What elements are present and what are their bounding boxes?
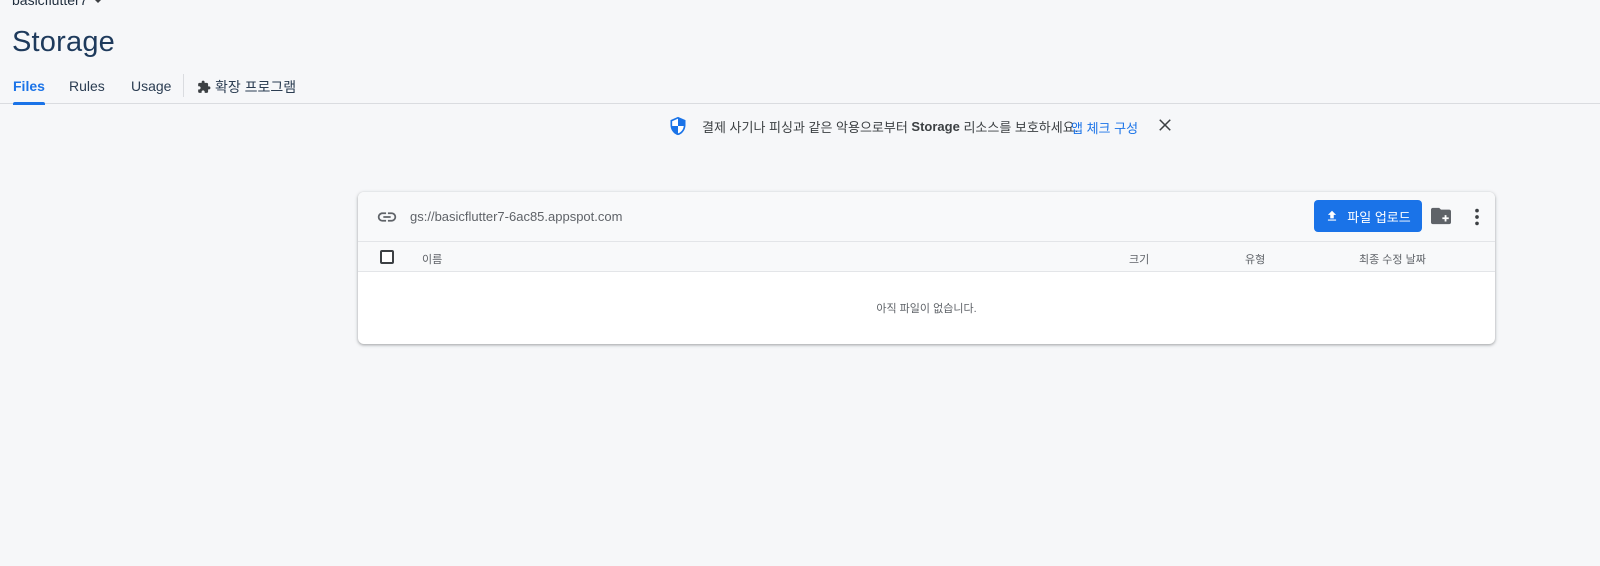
tab-label: Rules [69,78,105,94]
banner-text-after: 리소스를 보호하세요. [959,119,1079,135]
extensions-icon [198,80,211,93]
empty-state-message: 아직 파일이 없습니다. [876,303,977,315]
tab-extensions[interactable]: 확장 프로그램 [197,70,296,104]
bucket-header: gs://basicflutter7-6ac85.appspot.com 파일 … [358,192,1495,242]
bucket-path: gs://basicflutter7-6ac85.appspot.com [410,209,623,224]
new-folder-icon[interactable] [1430,206,1452,226]
banner-text-bold: Storage [911,118,960,134]
tab-label: 확장 프로그램 [215,79,297,95]
tab-label: Files [13,78,45,94]
column-type[interactable]: 유형 [1245,251,1265,267]
close-icon[interactable] [1156,116,1174,134]
files-card: gs://basicflutter7-6ac85.appspot.com 파일 … [358,192,1495,344]
column-size[interactable]: 크기 [1129,251,1149,267]
tab-rules[interactable]: Rules [69,70,105,104]
configure-app-check-link[interactable]: 앱 체크 구성 [1071,118,1138,137]
upload-file-button[interactable]: 파일 업로드 [1314,200,1422,232]
storage-page: basicflutter7 Storage Files Rules Usage … [0,0,1600,566]
select-all-checkbox[interactable] [380,250,394,264]
link-icon[interactable] [376,206,398,228]
project-switcher[interactable]: basicflutter7 [12,0,104,8]
tab-bar: Files Rules Usage 확장 프로그램 [0,70,1600,105]
app-check-banner: 결제 사기나 피싱과 같은 악용으로부터 Storage 리소스를 보호하세요. [668,114,1078,138]
column-modified[interactable]: 최종 수정 날짜 [1359,251,1426,267]
shield-icon [670,116,686,136]
chevron-down-icon [93,0,104,3]
page-title: Storage [12,26,115,58]
more-vert-icon[interactable] [1466,206,1488,228]
project-name: basicflutter7 [12,0,88,8]
upload-button-label: 파일 업로드 [1347,209,1411,225]
tab-label: Usage [131,78,172,94]
upload-icon [1328,210,1337,221]
tab-files[interactable]: Files [13,70,45,105]
tab-divider [183,74,184,97]
files-table-header: 이름 크기 유형 최종 수정 날짜 [358,242,1495,272]
tab-usage[interactable]: Usage [131,70,171,104]
column-name[interactable]: 이름 [422,251,442,267]
banner-text-before: 결제 사기나 피싱과 같은 악용으로부터 [702,119,912,135]
